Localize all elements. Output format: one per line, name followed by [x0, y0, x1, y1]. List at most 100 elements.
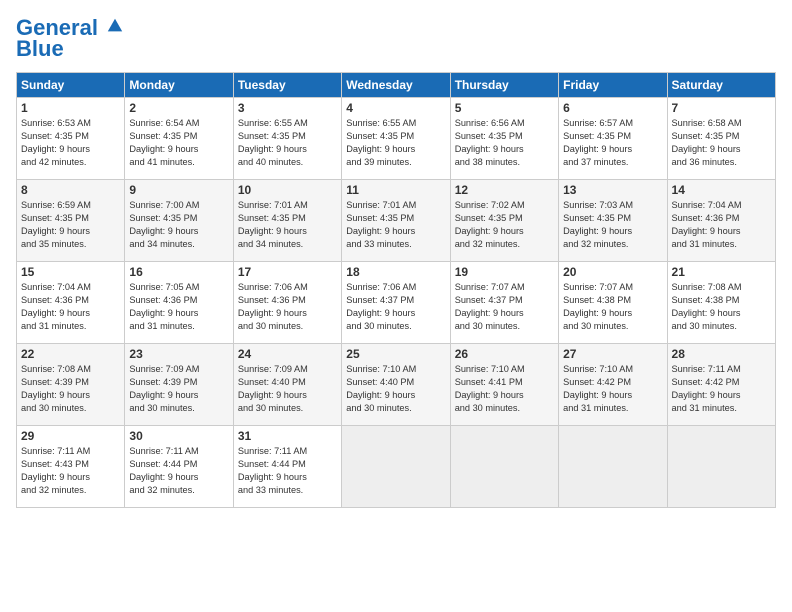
day-number: 31	[238, 429, 337, 443]
day-number: 1	[21, 101, 120, 115]
cell-info: Sunrise: 7:08 AMSunset: 4:39 PMDaylight:…	[21, 363, 120, 415]
calendar-cell: 29Sunrise: 7:11 AMSunset: 4:43 PMDayligh…	[17, 426, 125, 508]
day-number: 12	[455, 183, 554, 197]
calendar-cell: 26Sunrise: 7:10 AMSunset: 4:41 PMDayligh…	[450, 344, 558, 426]
day-number: 30	[129, 429, 228, 443]
cell-info: Sunrise: 7:09 AMSunset: 4:39 PMDaylight:…	[129, 363, 228, 415]
day-number: 22	[21, 347, 120, 361]
day-number: 6	[563, 101, 662, 115]
cell-info: Sunrise: 7:11 AMSunset: 4:44 PMDaylight:…	[129, 445, 228, 497]
day-number: 28	[672, 347, 771, 361]
day-number: 11	[346, 183, 445, 197]
day-number: 18	[346, 265, 445, 279]
cell-info: Sunrise: 7:00 AMSunset: 4:35 PMDaylight:…	[129, 199, 228, 251]
calendar-cell: 20 Sunrise: 7:07 AMSunset: 4:38 PMDayligh…	[559, 262, 667, 344]
calendar-cell: 6 Sunrise: 6:57 AMSunset: 4:35 PMDaylight…	[559, 98, 667, 180]
calendar-cell: 30 Sunrise: 7:11 AMSunset: 4:44 PMDayligh…	[125, 426, 233, 508]
calendar-cell: 12 Sunrise: 7:02 AMSunset: 4:35 PMDayligh…	[450, 180, 558, 262]
day-number: 29	[21, 429, 120, 443]
calendar-cell: 16 Sunrise: 7:05 AMSunset: 4:36 PMDayligh…	[125, 262, 233, 344]
calendar-cell: 3 Sunrise: 6:55 AMSunset: 4:35 PMDaylight…	[233, 98, 341, 180]
week-row-3: 15 Sunrise: 7:04 AMSunset: 4:36 PMDayligh…	[17, 262, 776, 344]
day-number: 8	[21, 183, 120, 197]
day-number: 27	[563, 347, 662, 361]
header: General Blue	[16, 16, 776, 62]
calendar-cell: 23 Sunrise: 7:09 AMSunset: 4:39 PMDayligh…	[125, 344, 233, 426]
calendar-cell: 27 Sunrise: 7:10 AMSunset: 4:42 PMDayligh…	[559, 344, 667, 426]
cell-info: Sunrise: 7:06 AMSunset: 4:36 PMDaylight:…	[238, 281, 337, 333]
day-of-week-wednesday: Wednesday	[342, 73, 450, 98]
day-number: 15	[21, 265, 120, 279]
cell-info: Sunrise: 7:05 AMSunset: 4:36 PMDaylight:…	[129, 281, 228, 333]
logo: General Blue	[16, 16, 124, 62]
calendar: SundayMondayTuesdayWednesdayThursdayFrid…	[16, 72, 776, 508]
day-of-week-saturday: Saturday	[667, 73, 775, 98]
cell-info: Sunrise: 7:03 AMSunset: 4:35 PMDaylight:…	[563, 199, 662, 251]
calendar-cell: 13Sunrise: 7:03 AMSunset: 4:35 PMDayligh…	[559, 180, 667, 262]
calendar-cell: 11 Sunrise: 7:01 AMSunset: 4:35 PMDayligh…	[342, 180, 450, 262]
cell-info: Sunrise: 7:01 AMSunset: 4:35 PMDaylight:…	[238, 199, 337, 251]
calendar-cell: 9 Sunrise: 7:00 AMSunset: 4:35 PMDaylight…	[125, 180, 233, 262]
day-of-week-tuesday: Tuesday	[233, 73, 341, 98]
cell-info: Sunrise: 6:55 AMSunset: 4:35 PMDaylight:…	[238, 117, 337, 169]
day-number: 9	[129, 183, 228, 197]
day-number: 3	[238, 101, 337, 115]
day-number: 4	[346, 101, 445, 115]
day-number: 2	[129, 101, 228, 115]
calendar-cell: 8 Sunrise: 6:59 AMSunset: 4:35 PMDaylight…	[17, 180, 125, 262]
day-number: 16	[129, 265, 228, 279]
cell-info: Sunrise: 7:04 AMSunset: 4:36 PMDaylight:…	[21, 281, 120, 333]
cell-info: Sunrise: 7:01 AMSunset: 4:35 PMDaylight:…	[346, 199, 445, 251]
day-of-week-thursday: Thursday	[450, 73, 558, 98]
day-of-week-sunday: Sunday	[17, 73, 125, 98]
cell-info: Sunrise: 7:02 AMSunset: 4:35 PMDaylight:…	[455, 199, 554, 251]
cell-info: Sunrise: 6:57 AMSunset: 4:35 PMDaylight:…	[563, 117, 662, 169]
day-number: 25	[346, 347, 445, 361]
calendar-cell: 21 Sunrise: 7:08 AMSunset: 4:38 PMDayligh…	[667, 262, 775, 344]
calendar-cell	[667, 426, 775, 508]
cell-info: Sunrise: 6:59 AMSunset: 4:35 PMDaylight:…	[21, 199, 120, 251]
week-row-2: 8 Sunrise: 6:59 AMSunset: 4:35 PMDaylight…	[17, 180, 776, 262]
calendar-cell	[559, 426, 667, 508]
calendar-cell: 15 Sunrise: 7:04 AMSunset: 4:36 PMDayligh…	[17, 262, 125, 344]
day-of-week-monday: Monday	[125, 73, 233, 98]
calendar-cell: 10Sunrise: 7:01 AMSunset: 4:35 PMDayligh…	[233, 180, 341, 262]
cell-info: Sunrise: 7:08 AMSunset: 4:38 PMDaylight:…	[672, 281, 771, 333]
day-number: 7	[672, 101, 771, 115]
calendar-cell: 28 Sunrise: 7:11 AMSunset: 4:42 PMDayligh…	[667, 344, 775, 426]
day-number: 24	[238, 347, 337, 361]
calendar-cell: 18Sunrise: 7:06 AMSunset: 4:37 PMDayligh…	[342, 262, 450, 344]
cell-info: Sunrise: 7:10 AMSunset: 4:42 PMDaylight:…	[563, 363, 662, 415]
day-number: 21	[672, 265, 771, 279]
cell-info: Sunrise: 7:07 AMSunset: 4:38 PMDaylight:…	[563, 281, 662, 333]
cell-info: Sunrise: 7:09 AMSunset: 4:40 PMDaylight:…	[238, 363, 337, 415]
day-number: 17	[238, 265, 337, 279]
calendar-cell: 17 Sunrise: 7:06 AMSunset: 4:36 PMDayligh…	[233, 262, 341, 344]
day-number: 14	[672, 183, 771, 197]
cell-info: Sunrise: 6:58 AMSunset: 4:35 PMDaylight:…	[672, 117, 771, 169]
cell-info: Sunrise: 7:11 AMSunset: 4:44 PMDaylight:…	[238, 445, 337, 497]
calendar-cell: 14Sunrise: 7:04 AMSunset: 4:36 PMDayligh…	[667, 180, 775, 262]
week-row-1: 1 Sunrise: 6:53 AMSunset: 4:35 PMDaylight…	[17, 98, 776, 180]
cell-info: Sunrise: 7:11 AMSunset: 4:42 PMDaylight:…	[672, 363, 771, 415]
calendar-header-row: SundayMondayTuesdayWednesdayThursdayFrid…	[17, 73, 776, 98]
day-of-week-friday: Friday	[559, 73, 667, 98]
calendar-cell: 25 Sunrise: 7:10 AMSunset: 4:40 PMDayligh…	[342, 344, 450, 426]
day-number: 5	[455, 101, 554, 115]
cell-info: Sunrise: 6:53 AMSunset: 4:35 PMDaylight:…	[21, 117, 120, 169]
day-number: 20	[563, 265, 662, 279]
cell-info: Sunrise: 7:07 AMSunset: 4:37 PMDaylight:…	[455, 281, 554, 333]
day-number: 19	[455, 265, 554, 279]
week-row-5: 29Sunrise: 7:11 AMSunset: 4:43 PMDayligh…	[17, 426, 776, 508]
cell-info: Sunrise: 7:10 AMSunset: 4:41 PMDaylight:…	[455, 363, 554, 415]
calendar-cell: 22 Sunrise: 7:08 AMSunset: 4:39 PMDayligh…	[17, 344, 125, 426]
calendar-cell: 24 Sunrise: 7:09 AMSunset: 4:40 PMDayligh…	[233, 344, 341, 426]
calendar-body: 1 Sunrise: 6:53 AMSunset: 4:35 PMDaylight…	[17, 98, 776, 508]
day-number: 23	[129, 347, 228, 361]
calendar-cell: 2 Sunrise: 6:54 AMSunset: 4:35 PMDaylight…	[125, 98, 233, 180]
calendar-cell: 7 Sunrise: 6:58 AMSunset: 4:35 PMDaylight…	[667, 98, 775, 180]
cell-info: Sunrise: 6:54 AMSunset: 4:35 PMDaylight:…	[129, 117, 228, 169]
cell-info: Sunrise: 6:55 AMSunset: 4:35 PMDaylight:…	[346, 117, 445, 169]
cell-info: Sunrise: 7:10 AMSunset: 4:40 PMDaylight:…	[346, 363, 445, 415]
calendar-cell: 4 Sunrise: 6:55 AMSunset: 4:35 PMDaylight…	[342, 98, 450, 180]
